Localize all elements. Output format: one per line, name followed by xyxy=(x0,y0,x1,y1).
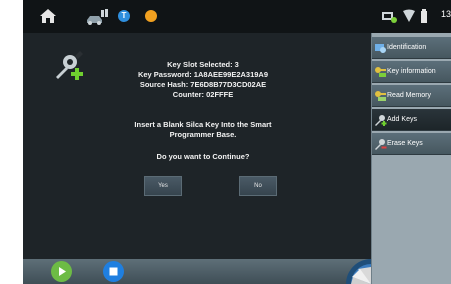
app-screen: T 13 Key Slot Selected: 3 Key Password: … xyxy=(23,0,451,284)
add-key-icon xyxy=(56,51,83,80)
sidebar-item-label: Read Memory xyxy=(387,92,431,99)
key-slot-text: Key Slot Selected: 3 xyxy=(167,60,239,69)
battery-icon xyxy=(421,9,427,23)
yes-button[interactable]: Yes xyxy=(144,176,182,196)
sidebar-item-read-memory[interactable]: Read Memory xyxy=(372,85,451,107)
continue-question: Do you want to Continue? xyxy=(156,152,250,161)
dial-icon[interactable] xyxy=(338,259,371,284)
stop-icon xyxy=(109,267,118,276)
sidebar-item-add-keys[interactable]: Add Keys xyxy=(372,109,451,131)
t-badge-label: T xyxy=(121,11,127,20)
sidebar-item-label: Add Keys xyxy=(387,116,417,123)
car-icon[interactable] xyxy=(85,9,111,25)
sidebar-item-identification[interactable]: Identification xyxy=(372,37,451,59)
system-status-area: 13 xyxy=(381,7,451,25)
main-panel: Key Slot Selected: 3 Key Password: 1A8AE… xyxy=(23,33,371,259)
source-hash-text: Source Hash: 7E6D8B77D3CD02AE xyxy=(139,80,267,89)
bottom-toolbar xyxy=(23,259,371,284)
function-sidebar: Identification Key information Read Memo… xyxy=(371,33,451,284)
network-icon xyxy=(382,12,397,23)
erase-key-icon xyxy=(375,139,387,150)
top-status-bar: T 13 xyxy=(23,0,451,33)
play-button[interactable] xyxy=(51,261,72,282)
sidebar-item-label: Identification xyxy=(387,44,427,51)
no-button[interactable]: No xyxy=(239,176,277,196)
sidebar-item-key-information[interactable]: Key information xyxy=(372,61,451,83)
sidebar-item-label: Key information xyxy=(387,68,436,75)
sidebar-item-erase-keys[interactable]: Erase Keys xyxy=(372,133,451,155)
home-icon[interactable] xyxy=(39,8,57,24)
wifi-icon xyxy=(403,9,415,22)
read-memory-icon xyxy=(375,91,386,101)
orange-badge-icon[interactable] xyxy=(145,10,157,22)
instruction-message: Insert a Blank Silca Key Into the Smart … xyxy=(134,120,272,139)
key-info-icon xyxy=(375,67,386,77)
play-icon xyxy=(59,267,66,276)
counter-text: Counter: 02FFFE xyxy=(172,90,234,99)
identification-icon xyxy=(375,44,386,53)
t-badge-icon[interactable]: T xyxy=(118,10,130,22)
add-key-icon xyxy=(375,115,387,126)
sidebar-item-label: Erase Keys xyxy=(387,140,423,147)
stop-button[interactable] xyxy=(103,261,124,282)
key-password-text: Key Password: 1A8AEE99E2A319A9 xyxy=(137,70,269,79)
clock-time: 13 xyxy=(440,9,451,19)
